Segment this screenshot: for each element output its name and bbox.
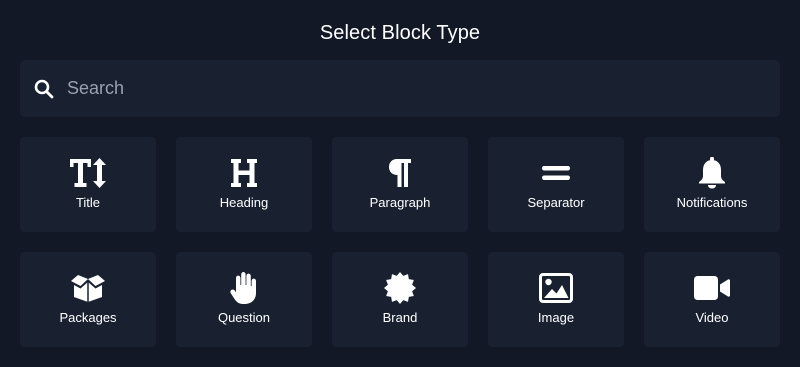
hand-icon bbox=[176, 270, 312, 306]
block-tile-heading[interactable]: Heading bbox=[176, 137, 312, 232]
block-label: Paragraph bbox=[369, 195, 431, 210]
search-bar[interactable] bbox=[20, 60, 780, 117]
block-label: Heading bbox=[219, 195, 269, 210]
block-label: Video bbox=[695, 310, 729, 325]
block-tile-image[interactable]: Image bbox=[488, 252, 624, 347]
block-tile-paragraph[interactable]: Paragraph bbox=[332, 137, 468, 232]
certificate-icon bbox=[332, 270, 468, 306]
block-label: Packages bbox=[59, 310, 117, 325]
block-tile-packages[interactable]: Packages bbox=[20, 252, 156, 347]
search-input[interactable] bbox=[67, 60, 767, 117]
block-tile-question[interactable]: Question bbox=[176, 252, 312, 347]
video-icon bbox=[644, 270, 780, 306]
block-tile-brand[interactable]: Brand bbox=[332, 252, 468, 347]
search-icon bbox=[34, 79, 54, 99]
dialog-title: Select Block Type bbox=[319, 22, 481, 44]
image-icon bbox=[488, 270, 624, 306]
box-open-icon bbox=[20, 270, 156, 306]
block-label: Brand bbox=[382, 310, 418, 325]
block-type-grid: Title Heading Paragraph Separator Notifi… bbox=[20, 137, 780, 347]
block-label: Separator bbox=[527, 195, 585, 210]
block-tile-title[interactable]: Title bbox=[20, 137, 156, 232]
text-height-icon bbox=[20, 155, 156, 191]
block-tile-separator[interactable]: Separator bbox=[488, 137, 624, 232]
paragraph-icon bbox=[332, 155, 468, 191]
equals-icon bbox=[488, 155, 624, 191]
block-label: Title bbox=[75, 195, 101, 210]
bell-icon bbox=[644, 155, 780, 191]
block-tile-notifications[interactable]: Notifications bbox=[644, 137, 780, 232]
block-label: Notifications bbox=[676, 195, 748, 210]
select-block-type-dialog: Select Block Type Title bbox=[0, 0, 800, 367]
block-label: Question bbox=[217, 310, 271, 325]
block-tile-video[interactable]: Video bbox=[644, 252, 780, 347]
heading-icon bbox=[176, 155, 312, 191]
block-label: Image bbox=[537, 310, 575, 325]
